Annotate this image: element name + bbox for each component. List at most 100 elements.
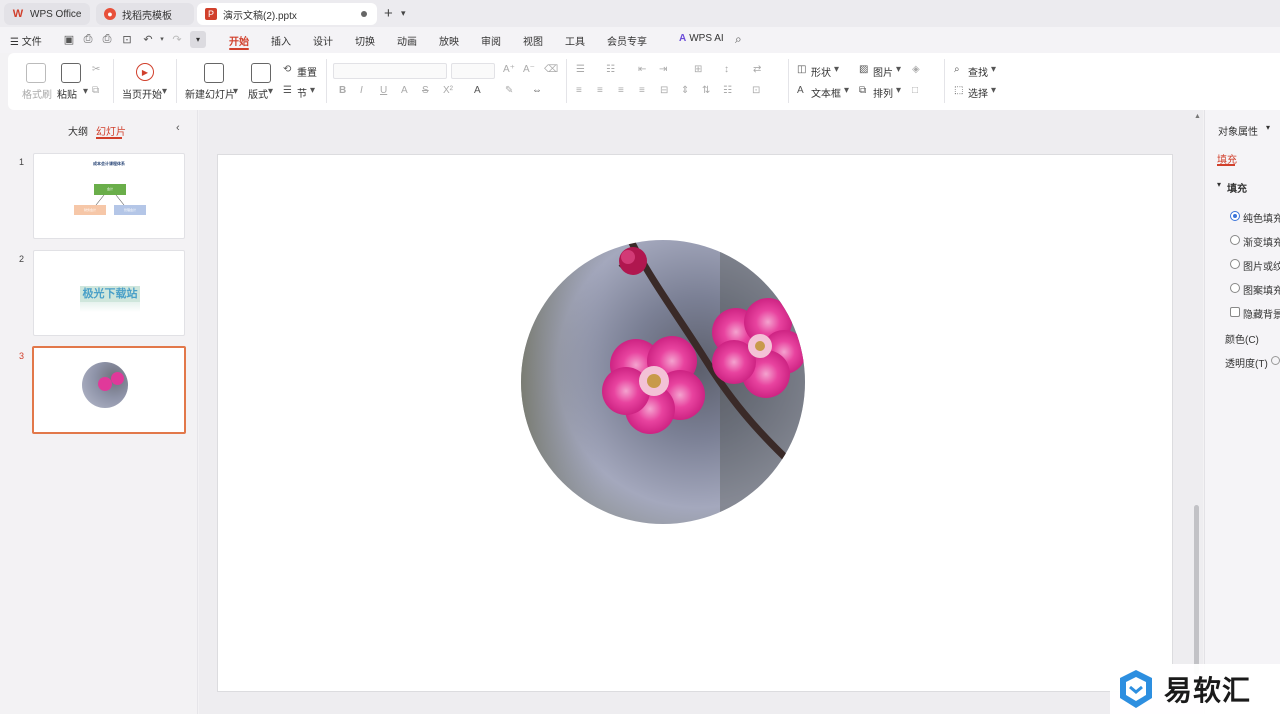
font-grow-icon[interactable]: A⁺ — [503, 64, 515, 75]
slide-canvas[interactable] — [217, 154, 1173, 692]
columns-icon[interactable]: ☷ — [723, 85, 732, 96]
chevron-down-icon[interactable]: ▾ — [896, 85, 901, 96]
clear-format-icon[interactable]: ⌫ — [544, 64, 558, 75]
circle-flower-photo[interactable] — [520, 239, 806, 525]
text-box-align-icon[interactable]: ⊡ — [752, 85, 760, 96]
align-left-icon[interactable]: ≡ — [576, 85, 582, 96]
option-solid-fill[interactable]: 纯色填充 — [1243, 210, 1280, 225]
chevron-down-icon[interactable]: ▾ — [310, 85, 315, 96]
wps-ai-button[interactable]: A WPS AI — [679, 33, 724, 44]
hide-bg-label[interactable]: 隐藏背景 — [1243, 306, 1280, 321]
numbering-icon[interactable]: ☷ — [606, 64, 615, 75]
chevron-down-icon[interactable]: ▾ — [401, 8, 406, 19]
paste-icon[interactable] — [61, 63, 81, 83]
new-slide-icon[interactable] — [204, 63, 224, 83]
align-center-icon[interactable]: ≡ — [597, 85, 603, 96]
redo-icon[interactable]: ↷ — [170, 32, 184, 46]
option-pattern-fill[interactable]: 图案填充 — [1243, 282, 1280, 297]
option-gradient-fill[interactable]: 渐变填充 — [1243, 234, 1280, 249]
justify-icon[interactable]: ≡ — [639, 85, 645, 96]
undo-icon[interactable]: ↶ — [141, 32, 155, 46]
convert-icon[interactable]: ⇄ — [753, 64, 761, 75]
textbox-button[interactable]: 文本框 — [811, 85, 841, 100]
tab-slides[interactable]: 幻灯片 — [96, 123, 126, 138]
collapse-icon[interactable]: ▾ — [1217, 180, 1221, 189]
undo-dropdown-icon[interactable]: ▾ — [155, 32, 169, 46]
cut-icon[interactable]: ✂ — [92, 64, 100, 75]
tab-outline[interactable]: 大纲 — [68, 123, 88, 138]
scrollbar-thumb[interactable] — [1194, 505, 1199, 675]
arrange-icon[interactable]: ⧉ — [859, 85, 866, 96]
picture-button[interactable]: 图片 — [873, 64, 893, 79]
shape-icon[interactable]: ◫ — [797, 64, 806, 75]
copy-icon[interactable]: ⧉ — [92, 85, 99, 96]
chevron-down-icon[interactable]: ▾ — [1266, 123, 1270, 132]
picture-icon[interactable]: ▨ — [859, 64, 868, 75]
properties-title[interactable]: 对象属性 — [1218, 123, 1258, 138]
vertical-scrollbar[interactable]: ▲ — [1191, 110, 1203, 714]
bold-icon[interactable]: B — [339, 85, 346, 96]
play-icon[interactable]: ▶ — [136, 63, 154, 81]
chevron-down-icon[interactable]: ▾ — [233, 86, 238, 97]
fill-section-header[interactable]: 填充 — [1227, 180, 1247, 195]
quick-access-more-icon[interactable]: ▾ — [190, 31, 206, 48]
section-icon[interactable]: ☰ — [283, 85, 292, 96]
font-color-icon[interactable]: A — [474, 85, 481, 96]
chevron-down-icon[interactable]: ▾ — [162, 86, 167, 97]
menu-member[interactable]: 会员专享 — [607, 33, 647, 48]
find-button[interactable]: 查找 — [968, 64, 988, 79]
find-icon[interactable]: ⌕ — [954, 64, 960, 75]
menu-home[interactable]: 开始 — [229, 33, 249, 48]
chevron-down-icon[interactable]: ▾ — [83, 86, 88, 97]
paste-button[interactable]: 粘贴 — [57, 86, 77, 101]
format-painter-button[interactable]: 格式刷 — [22, 86, 52, 101]
layout-button[interactable]: 版式 — [248, 86, 268, 101]
font-family-select[interactable] — [333, 63, 447, 79]
indent-icon[interactable]: ⇥ — [659, 64, 667, 75]
highlight-icon[interactable]: ✎ — [505, 85, 513, 96]
char-spacing-icon[interactable]: ⇔ — [532, 85, 542, 96]
select-icon[interactable]: ⬚ — [954, 85, 963, 96]
slide-thumbnail-2[interactable]: 极光下载站 — [33, 250, 185, 336]
slide-thumbnail-1[interactable]: 成本会计课程体系 会计 财务会计 管理会计 — [33, 153, 185, 239]
menu-animation[interactable]: 动画 — [397, 33, 417, 48]
radio-gradient-fill[interactable] — [1230, 235, 1240, 245]
superscript-icon[interactable]: X² — [443, 85, 453, 96]
spacing-icon[interactable]: ⇅ — [702, 85, 710, 96]
outline-icon[interactable]: □ — [912, 85, 918, 96]
option-picture-fill[interactable]: 图片或纹理 — [1243, 258, 1280, 273]
file-menu[interactable]: ☰ 文件 — [10, 33, 42, 48]
new-slide-button[interactable]: 新建幻灯片 — [185, 86, 235, 101]
tab-presentation[interactable]: P 演示文稿(2).pptx — [197, 3, 377, 25]
layout-icon[interactable] — [251, 63, 271, 83]
reset-icon[interactable]: ⟲ — [283, 64, 291, 75]
print-icon[interactable]: ⎙ — [100, 32, 114, 46]
save-icon[interactable]: ▣ — [62, 32, 76, 46]
chevron-down-icon[interactable]: ▾ — [991, 64, 996, 75]
text-direction-icon[interactable]: ⊞ — [694, 64, 702, 75]
format-painter-icon[interactable] — [26, 63, 46, 83]
vertical-align-icon[interactable]: ⇕ — [681, 85, 689, 96]
strikethrough-icon[interactable]: S — [422, 85, 429, 96]
select-button[interactable]: 选择 — [968, 85, 988, 100]
print-preview-icon[interactable]: ⊡ — [120, 32, 134, 46]
search-icon[interactable]: ⌕ — [735, 32, 742, 47]
radio-solid-fill[interactable] — [1230, 211, 1240, 221]
slide-thumbnail-3[interactable] — [32, 346, 186, 434]
menu-transition[interactable]: 切换 — [355, 33, 375, 48]
chevron-down-icon[interactable]: ▾ — [268, 86, 273, 97]
textbox-icon[interactable]: A — [797, 85, 804, 96]
menu-insert[interactable]: 插入 — [271, 33, 291, 48]
fill-icon[interactable]: ◈ — [912, 64, 920, 75]
chevron-down-icon[interactable]: ▾ — [896, 64, 901, 75]
outline-text-icon[interactable]: A — [401, 85, 408, 96]
font-shrink-icon[interactable]: A⁻ — [523, 64, 535, 75]
chevron-down-icon[interactable]: ▾ — [834, 64, 839, 75]
menu-review[interactable]: 审阅 — [481, 33, 501, 48]
unsaved-dot-icon[interactable] — [361, 11, 367, 17]
distribute-icon[interactable]: ⊟ — [660, 85, 668, 96]
play-from-current-button[interactable]: 当页开始 — [122, 86, 162, 101]
line-spacing-icon[interactable]: ↕ — [724, 64, 729, 75]
menu-view[interactable]: 视图 — [523, 33, 543, 48]
scroll-up-icon[interactable]: ▲ — [1194, 113, 1201, 120]
